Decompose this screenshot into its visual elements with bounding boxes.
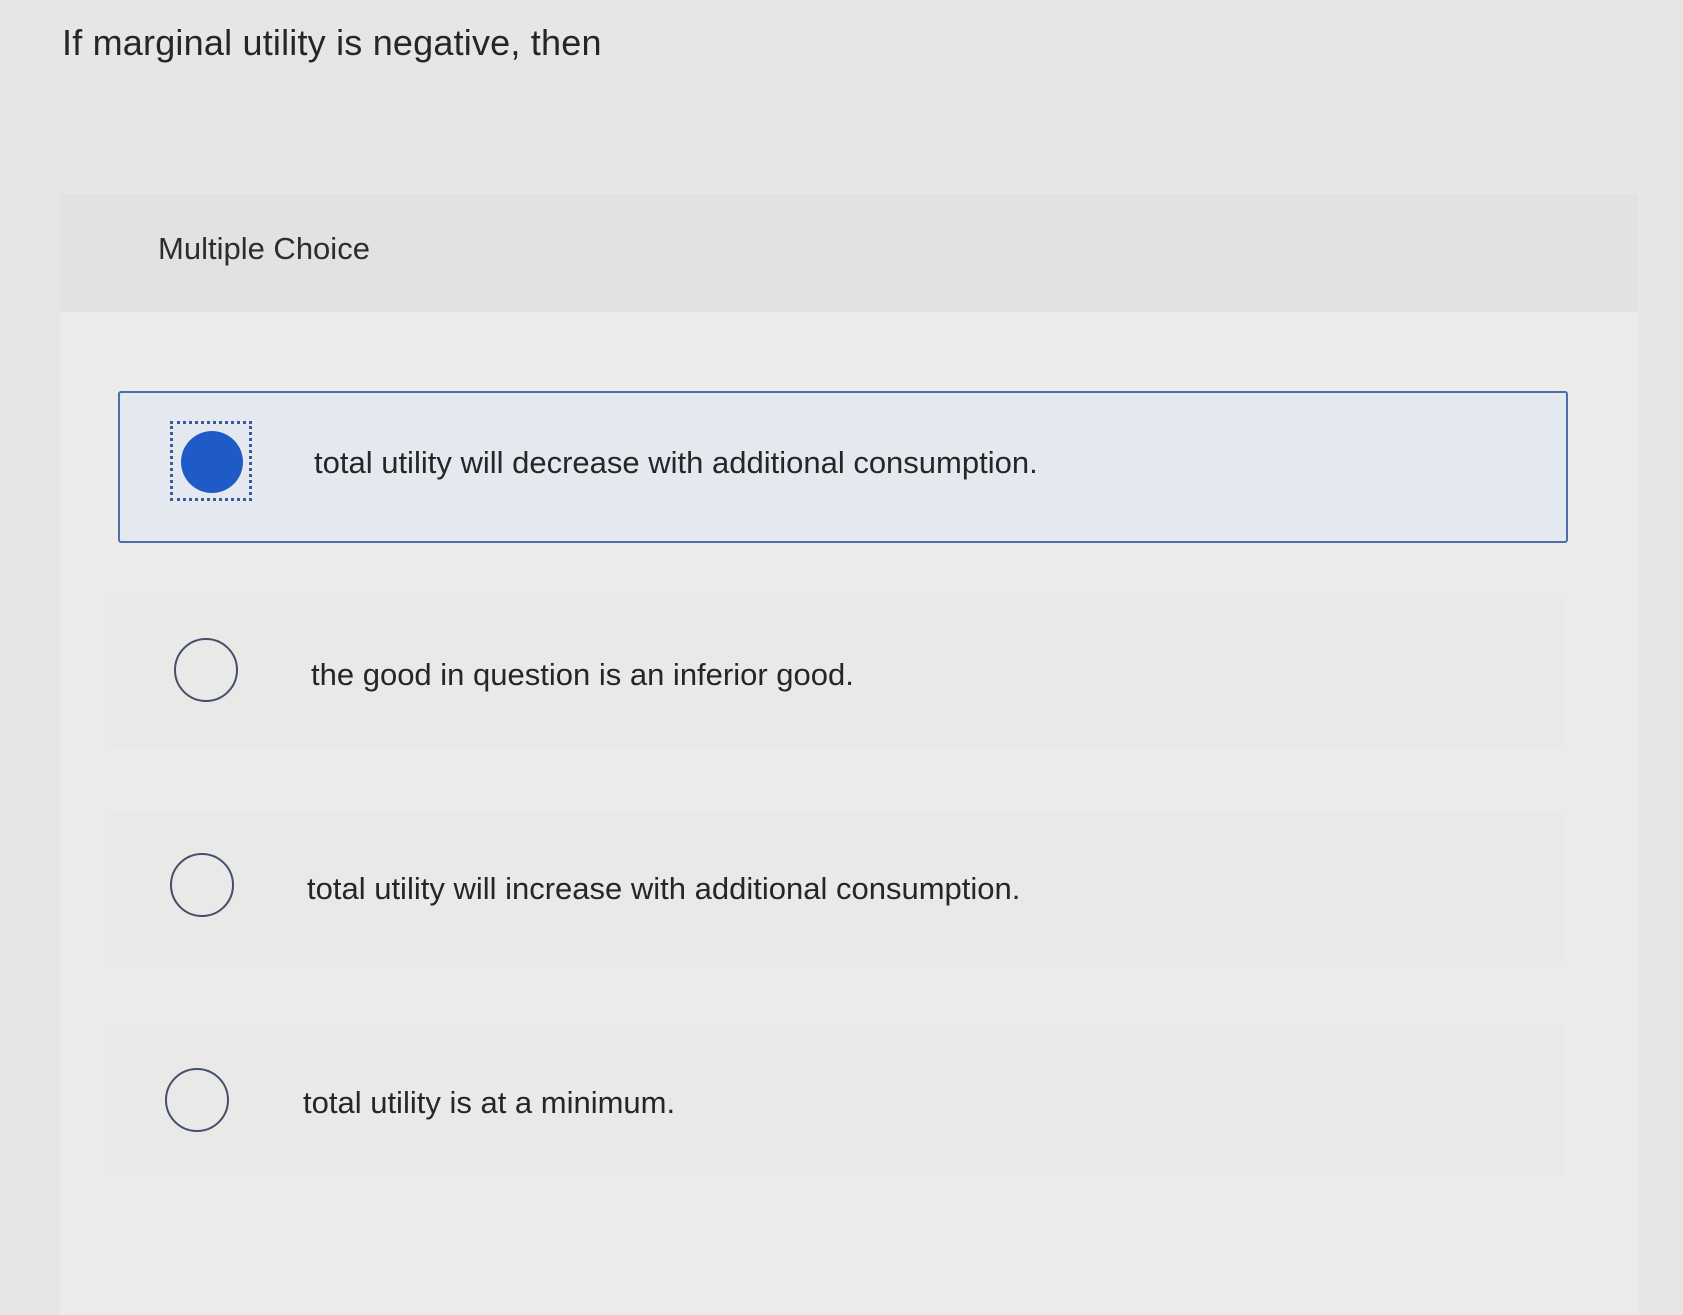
answer-option-1[interactable]: total utility will decrease with additio… [118,391,1568,543]
answer-option-label: total utility will decrease with additio… [314,445,1038,480]
question-text: If marginal utility is negative, then [62,22,602,63]
panel-header: Multiple Choice [60,194,1638,312]
answer-option-3[interactable]: total utility will increase with additio… [118,812,1568,964]
radio-button[interactable] [170,853,234,917]
radio-button-selected[interactable] [181,431,243,493]
answer-option-2[interactable]: the good in question is an inferior good… [118,598,1568,750]
radio-button[interactable] [165,1068,229,1132]
answer-option-label: the good in question is an inferior good… [311,657,854,692]
answer-option-label: total utility is at a minimum. [303,1085,676,1120]
answer-option-label: total utility will increase with additio… [307,871,1021,906]
panel-title: Multiple Choice [158,231,370,266]
radio-focus-ring [170,421,252,501]
answer-option-4[interactable]: total utility is at a minimum. [118,1025,1568,1177]
radio-button[interactable] [174,638,238,702]
